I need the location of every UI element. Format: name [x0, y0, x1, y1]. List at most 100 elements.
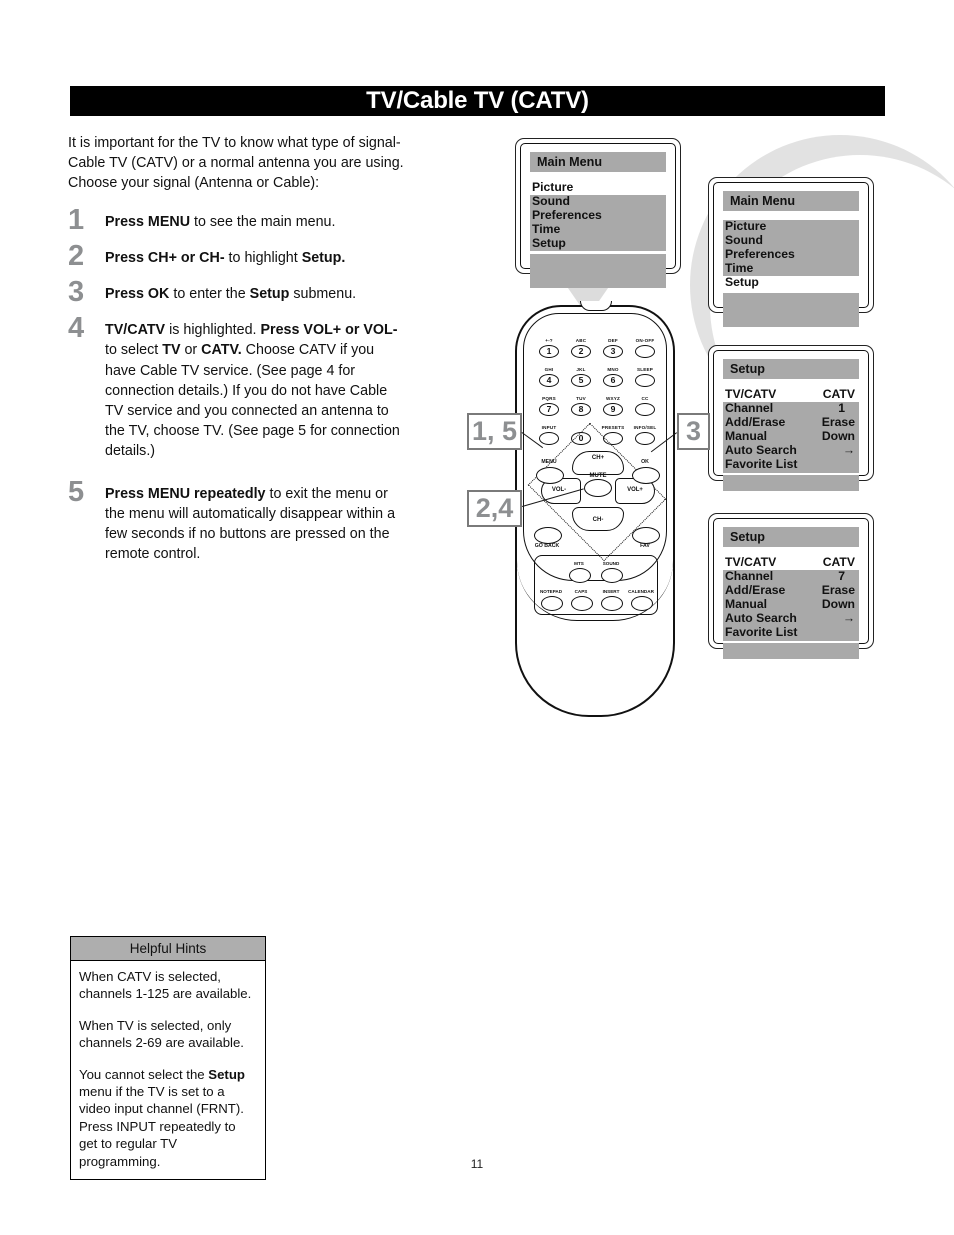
- keypad-key-label: MNO: [607, 367, 619, 372]
- menu-row[interactable]: Picture: [530, 181, 666, 194]
- menu-row[interactable]: Sound: [530, 195, 666, 208]
- panel-key[interactable]: [601, 568, 623, 583]
- menu-row-value: Erase: [821, 415, 855, 430]
- menu-row[interactable]: Time: [530, 223, 666, 236]
- menu-row[interactable]: TV/CATV CATV: [723, 388, 859, 401]
- nav-label-ch-up: CH+: [591, 455, 605, 461]
- remote-top-notch: [580, 301, 612, 311]
- tv-screen-main-menu-2: Main Menu Picture Sound Preferences Time Setu…: [708, 177, 874, 327]
- menu-empty-area: [723, 474, 859, 491]
- fav-button-label: FAV: [640, 543, 650, 549]
- menu-screen-title: Setup: [723, 527, 859, 547]
- menu-button[interactable]: [536, 467, 564, 484]
- keypad-key[interactable]: 6: [603, 374, 623, 387]
- helpful-hints-box: Helpful Hints When CATV is selected, cha…: [70, 936, 266, 1181]
- keypad-key[interactable]: [539, 432, 559, 445]
- menu-row[interactable]: Setup: [530, 237, 666, 250]
- keypad-key[interactable]: 8: [571, 403, 591, 416]
- menu-row[interactable]: Manual Down: [723, 598, 859, 611]
- menu-row-value: Down: [821, 597, 855, 612]
- step-item-5: 5 Press MENU repeatedly to exit the menu…: [68, 477, 408, 565]
- helpful-hints-body: When CATV is selected, channels 1-125 ar…: [71, 961, 265, 1179]
- step-number-5: 5: [68, 475, 85, 508]
- menu-row-label: Picture: [725, 219, 767, 233]
- menu-row-label: Favorite List: [725, 457, 798, 472]
- menu-row-label: Add/Erase: [725, 583, 786, 598]
- tv-screen-setup-1: Setup TV/CATV CATV Channel 1 Add/Erase Erase Ma…: [708, 345, 874, 491]
- instructions-column: It is important for the TV to know what …: [68, 133, 408, 564]
- keypad-key-label: PQRS: [542, 396, 556, 401]
- callout-vol-steps: 2,4: [467, 490, 522, 527]
- menu-row[interactable]: TV/CATV CATV: [723, 556, 859, 569]
- keypad-key[interactable]: [635, 374, 655, 387]
- menu-screen-list: Picture Sound Preferences Time Setup: [723, 220, 859, 327]
- keypad-key[interactable]: 3: [603, 345, 623, 358]
- ok-button-label: OK: [641, 459, 649, 465]
- keypad-key-digit: 1: [546, 346, 552, 356]
- keypad-key-label: ON-OFF: [635, 338, 655, 343]
- keypad-key[interactable]: 5: [571, 374, 591, 387]
- menu-row-value: →: [842, 611, 855, 626]
- menu-row[interactable]: Preferences: [723, 248, 859, 261]
- menu-row[interactable]: Add/Erase Erase: [723, 416, 859, 429]
- menu-row[interactable]: Setup: [723, 276, 859, 289]
- step-item-2: 2 Press CH+ or CH- to highlight Setup.: [68, 241, 408, 270]
- remote-control: +-? 1 ABC 2 DEF 3 ON-OFF GHI 4 JKL 5 MNO 6 SLEEP PQRS 7…: [510, 301, 680, 725]
- menu-row-value: 7: [838, 569, 845, 584]
- panel-key[interactable]: [569, 568, 591, 583]
- menu-row[interactable]: Sound: [723, 234, 859, 247]
- menu-row[interactable]: Auto Search →: [723, 444, 859, 457]
- panel-key-label: MTS: [574, 561, 584, 566]
- ok-button[interactable]: [632, 467, 660, 484]
- keypad-key[interactable]: 9: [603, 403, 623, 416]
- menu-row-label: Auto Search: [725, 611, 797, 626]
- menu-row[interactable]: Favorite List: [723, 626, 859, 639]
- panel-key[interactable]: [601, 596, 623, 611]
- keypad-key[interactable]: [635, 432, 655, 445]
- go-back-button[interactable]: [534, 527, 562, 544]
- menu-row[interactable]: Channel 1: [723, 402, 859, 415]
- menu-row-label: Time: [532, 222, 561, 237]
- menu-empty-area: [530, 253, 666, 288]
- step-item-1: 1 Press MENU to see the main menu.: [68, 205, 408, 234]
- step-number-1: 1: [68, 203, 85, 236]
- menu-row[interactable]: Preferences: [530, 209, 666, 222]
- menu-row[interactable]: Picture: [723, 220, 859, 233]
- menu-row-label: TV/CATV: [725, 555, 777, 569]
- menu-row[interactable]: Auto Search →: [723, 612, 859, 625]
- callout-menu-steps: 1, 5: [467, 413, 522, 450]
- menu-screen-title: Main Menu: [723, 191, 859, 211]
- menu-row-label: Favorite List: [725, 625, 798, 640]
- keypad-key[interactable]: 2: [571, 345, 591, 358]
- keypad-key[interactable]: 7: [539, 403, 559, 416]
- keypad-key-label: +-?: [545, 338, 553, 343]
- menu-row-value: 1: [838, 401, 845, 416]
- keypad-key[interactable]: [635, 403, 655, 416]
- panel-key[interactable]: [571, 596, 593, 611]
- step-item-4: 4 TV/CATV is highlighted. Press VOL+ or …: [68, 314, 408, 461]
- page-header-bar: TV/Cable TV (CATV): [70, 86, 885, 116]
- menu-row[interactable]: Time: [723, 262, 859, 275]
- keypad-key[interactable]: 1: [539, 345, 559, 358]
- menu-row[interactable]: Favorite List: [723, 458, 859, 471]
- keypad-key-digit: 4: [546, 375, 552, 385]
- keypad-key[interactable]: 4: [539, 374, 559, 387]
- panel-key[interactable]: [631, 596, 653, 611]
- hint-paragraph: You cannot select the Setup menu if the …: [79, 1066, 245, 1169]
- page-number: 11: [470, 1157, 484, 1171]
- menu-row-label: Sound: [725, 233, 763, 248]
- remote-bottom-panel[interactable]: MTS SOUND NOTEPAD CAPS INSERT CALENDAR: [534, 555, 658, 615]
- keypad-key-label: ABC: [575, 338, 587, 343]
- keypad-key-label: SLEEP: [636, 367, 654, 372]
- menu-row-value: Erase: [821, 583, 855, 598]
- mute-button[interactable]: [584, 479, 612, 497]
- menu-row[interactable]: Channel 7: [723, 570, 859, 583]
- keypad-key-digit: 2: [578, 346, 584, 356]
- keypad-key-label: WXYZ: [605, 396, 621, 401]
- keypad-key-label: JKL: [576, 367, 586, 372]
- keypad-key[interactable]: [635, 345, 655, 358]
- panel-key[interactable]: [541, 596, 563, 611]
- menu-row[interactable]: Manual Down: [723, 430, 859, 443]
- menu-row[interactable]: Add/Erase Erase: [723, 584, 859, 597]
- fav-button[interactable]: [632, 527, 660, 544]
